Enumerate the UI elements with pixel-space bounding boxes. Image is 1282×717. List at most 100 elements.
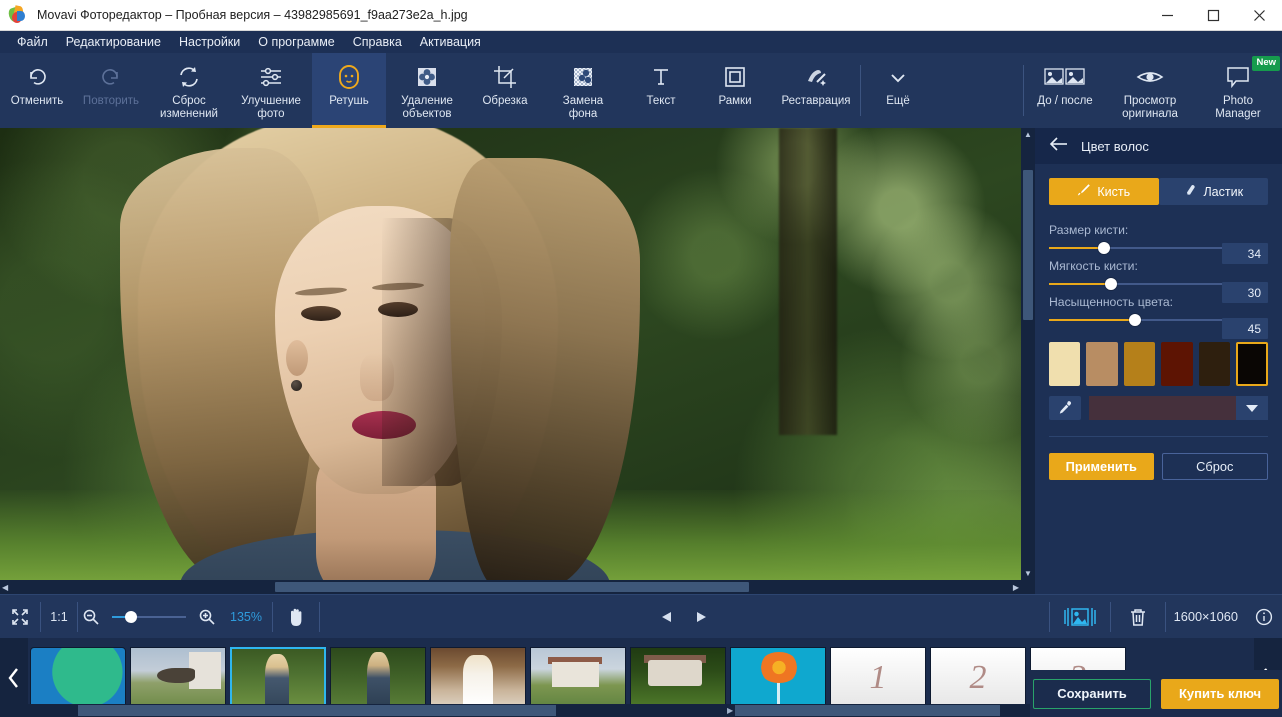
maximize-button[interactable] bbox=[1190, 0, 1236, 30]
tool-reset-changes[interactable]: Сброс изменений bbox=[148, 53, 230, 128]
color-swatch-list bbox=[1049, 342, 1268, 386]
chevron-left-icon bbox=[8, 667, 18, 688]
trash-icon bbox=[1130, 608, 1145, 626]
thumbnail-girl-in-park-selected[interactable] bbox=[230, 646, 326, 709]
zoom-in-icon bbox=[199, 609, 215, 625]
save-button[interactable]: Сохранить bbox=[1033, 678, 1151, 709]
speech-bubble-icon bbox=[1223, 60, 1253, 94]
buy-key-button[interactable]: Купить ключ bbox=[1161, 678, 1279, 709]
tool-restoration[interactable]: Реставрация bbox=[772, 53, 860, 128]
prev-image-button[interactable] bbox=[650, 595, 684, 639]
arrow-left-icon[interactable] bbox=[1049, 136, 1069, 156]
compare-button[interactable] bbox=[1050, 595, 1110, 639]
thumbnail-number-one[interactable]: 1 bbox=[830, 646, 926, 709]
tool-frames[interactable]: Рамки bbox=[698, 53, 772, 128]
current-color-bar[interactable] bbox=[1089, 396, 1268, 420]
tool-retouch[interactable]: Ретушь bbox=[312, 53, 386, 128]
thumbnail-girl-in-park-2[interactable] bbox=[330, 646, 426, 709]
tool-photo-enhance[interactable]: Улучшение фото bbox=[230, 53, 312, 128]
tool-view-original[interactable]: Просмотр оригинала bbox=[1106, 53, 1194, 128]
hand-tool-icon bbox=[291, 608, 302, 626]
canvas-horizontal-scrollbar[interactable]: ◀ ▶ bbox=[0, 580, 1021, 594]
swatch-5-selected[interactable] bbox=[1236, 342, 1268, 386]
brush-tab[interactable]: Кисть bbox=[1049, 178, 1159, 205]
zoom-out-icon bbox=[83, 609, 99, 625]
color-saturation-value[interactable]: 45 bbox=[1222, 318, 1268, 339]
tool-more[interactable]: Ещё bbox=[861, 53, 935, 128]
scroll-up-arrow[interactable]: ▲ bbox=[1021, 130, 1035, 139]
photo-canvas[interactable] bbox=[0, 128, 1021, 580]
info-button[interactable] bbox=[1246, 595, 1282, 639]
zoom-slider[interactable] bbox=[112, 610, 186, 623]
actual-size-button[interactable]: 1:1 bbox=[41, 595, 77, 639]
filmstrip-scroll-right-arrow[interactable]: ▶ bbox=[727, 704, 733, 717]
next-triangle-icon bbox=[697, 611, 707, 622]
tool-label: Ретушь bbox=[329, 95, 369, 107]
thumbnail-house-1[interactable] bbox=[530, 646, 626, 709]
eraser-icon bbox=[1183, 183, 1197, 200]
zoom-out-button[interactable] bbox=[78, 595, 104, 639]
filmstrip-scroll-thumb[interactable] bbox=[78, 705, 556, 716]
apply-button[interactable]: Применить bbox=[1049, 453, 1154, 480]
reset-icon bbox=[175, 60, 203, 94]
eraser-tab-label: Ластик bbox=[1203, 184, 1244, 199]
tool-crop[interactable]: Обрезка bbox=[468, 53, 542, 128]
delete-button[interactable] bbox=[1111, 595, 1165, 639]
scroll-left-arrow[interactable]: ◀ bbox=[2, 580, 8, 594]
tool-before-after[interactable]: До / после bbox=[1024, 53, 1106, 128]
filmstrip-scroll-thumb-secondary[interactable] bbox=[735, 705, 1000, 716]
tool-text[interactable]: Текст bbox=[624, 53, 698, 128]
canvas-vertical-scrollbar[interactable]: ▲ ▼ bbox=[1021, 128, 1035, 580]
tool-label-line2: фона bbox=[568, 107, 598, 120]
tool-redo[interactable]: Повторить bbox=[74, 53, 148, 128]
menu-item-file[interactable]: Файл bbox=[8, 32, 57, 52]
color-saturation-slider-row: Насыщенность цвета: 45 bbox=[1049, 295, 1268, 339]
eraser-tab[interactable]: Ластик bbox=[1158, 178, 1268, 205]
swatch-3[interactable] bbox=[1161, 342, 1193, 386]
menu-item-edit[interactable]: Редактирование bbox=[57, 32, 170, 52]
current-color-fill[interactable] bbox=[1089, 396, 1236, 420]
swatch-2[interactable] bbox=[1123, 342, 1156, 386]
menu-item-settings[interactable]: Настройки bbox=[170, 32, 249, 52]
hand-tool-button[interactable] bbox=[273, 595, 319, 639]
brush-icon bbox=[1077, 183, 1091, 200]
thumbnail-bird-on-roof[interactable] bbox=[130, 646, 226, 709]
reset-button[interactable]: Сброс bbox=[1161, 453, 1268, 480]
thumbnail-house-2[interactable] bbox=[630, 646, 726, 709]
caret-down-icon[interactable] bbox=[1236, 396, 1268, 420]
tool-label-line1: Photo bbox=[1222, 95, 1254, 107]
eyedropper-icon[interactable] bbox=[1049, 396, 1081, 420]
minimize-button[interactable] bbox=[1144, 0, 1190, 30]
thumbnail-pinwheel[interactable] bbox=[730, 646, 826, 709]
menu-item-about[interactable]: О программе bbox=[249, 32, 343, 52]
filmstrip-prev-button[interactable] bbox=[0, 638, 28, 717]
close-button[interactable] bbox=[1236, 0, 1282, 30]
horizontal-scroll-thumb[interactable] bbox=[275, 582, 749, 592]
swatch-0[interactable] bbox=[1049, 342, 1081, 386]
scroll-right-arrow[interactable]: ▶ bbox=[1013, 580, 1019, 594]
swatch-4[interactable] bbox=[1198, 342, 1231, 386]
zoom-percent-label: 135% bbox=[230, 609, 262, 624]
swatch-1[interactable] bbox=[1086, 342, 1118, 386]
thumbnail-number-two[interactable]: 2 bbox=[930, 646, 1026, 709]
tool-undo[interactable]: Отменить bbox=[0, 53, 74, 128]
tool-label: Отменить bbox=[10, 95, 64, 107]
brush-softness-slider[interactable] bbox=[1049, 278, 1223, 290]
tool-object-removal[interactable]: Удаление объектов bbox=[386, 53, 468, 128]
scroll-down-arrow[interactable]: ▼ bbox=[1021, 569, 1035, 578]
thumbnail-bride-portrait[interactable] bbox=[430, 646, 526, 709]
menu-item-help[interactable]: Справка bbox=[344, 32, 411, 52]
color-saturation-slider[interactable] bbox=[1049, 314, 1223, 326]
eye-icon bbox=[1135, 60, 1165, 94]
fit-screen-button[interactable] bbox=[0, 595, 40, 639]
zoom-in-button[interactable] bbox=[194, 595, 220, 639]
thumbnail-logo[interactable] bbox=[30, 646, 126, 709]
next-image-button[interactable] bbox=[684, 595, 718, 639]
vertical-scroll-thumb[interactable] bbox=[1023, 170, 1033, 320]
tool-background-change[interactable]: Замена фона bbox=[542, 53, 624, 128]
menu-item-activation[interactable]: Активация bbox=[411, 32, 490, 52]
brush-size-slider[interactable] bbox=[1049, 242, 1223, 254]
panel-title: Цвет волос bbox=[1081, 138, 1149, 154]
tool-label: Рамки bbox=[718, 95, 752, 107]
tool-photo-manager[interactable]: New Photo Manager bbox=[1194, 53, 1282, 128]
